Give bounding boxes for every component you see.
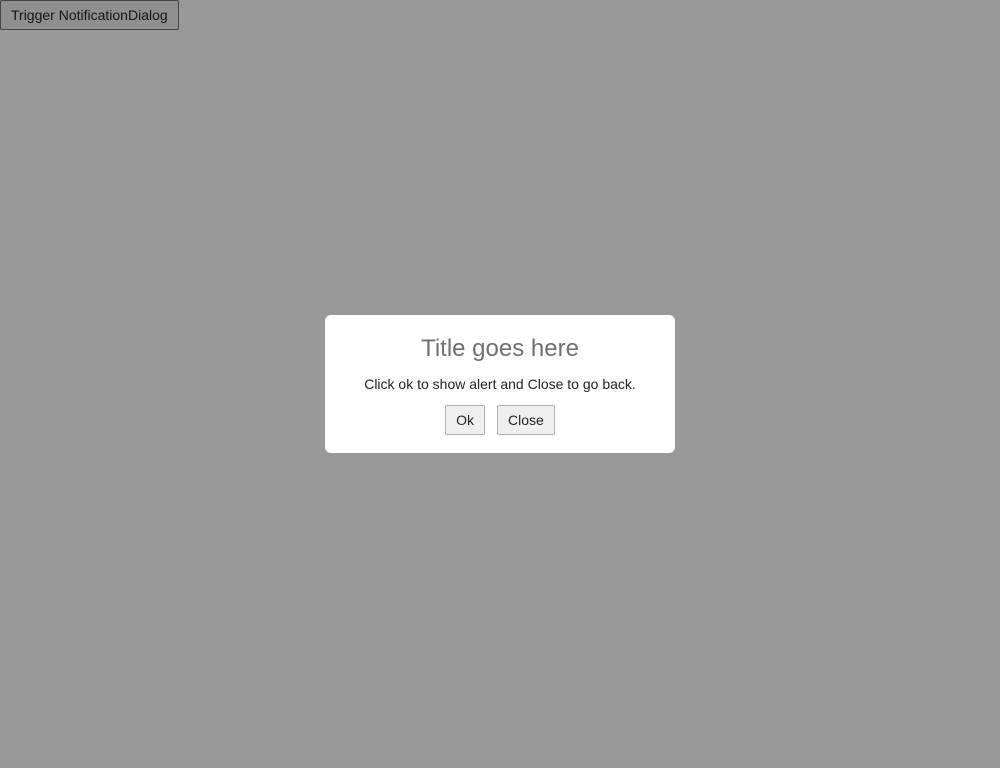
ok-button[interactable]: Ok bbox=[445, 405, 486, 435]
dialog-actions: Ok Close bbox=[325, 405, 675, 435]
dialog-message: Click ok to show alert and Close to go b… bbox=[364, 376, 636, 392]
notification-dialog: Title goes here Click ok to show alert a… bbox=[325, 315, 675, 453]
close-button[interactable]: Close bbox=[497, 405, 555, 435]
dialog-title: Title goes here bbox=[421, 335, 579, 362]
